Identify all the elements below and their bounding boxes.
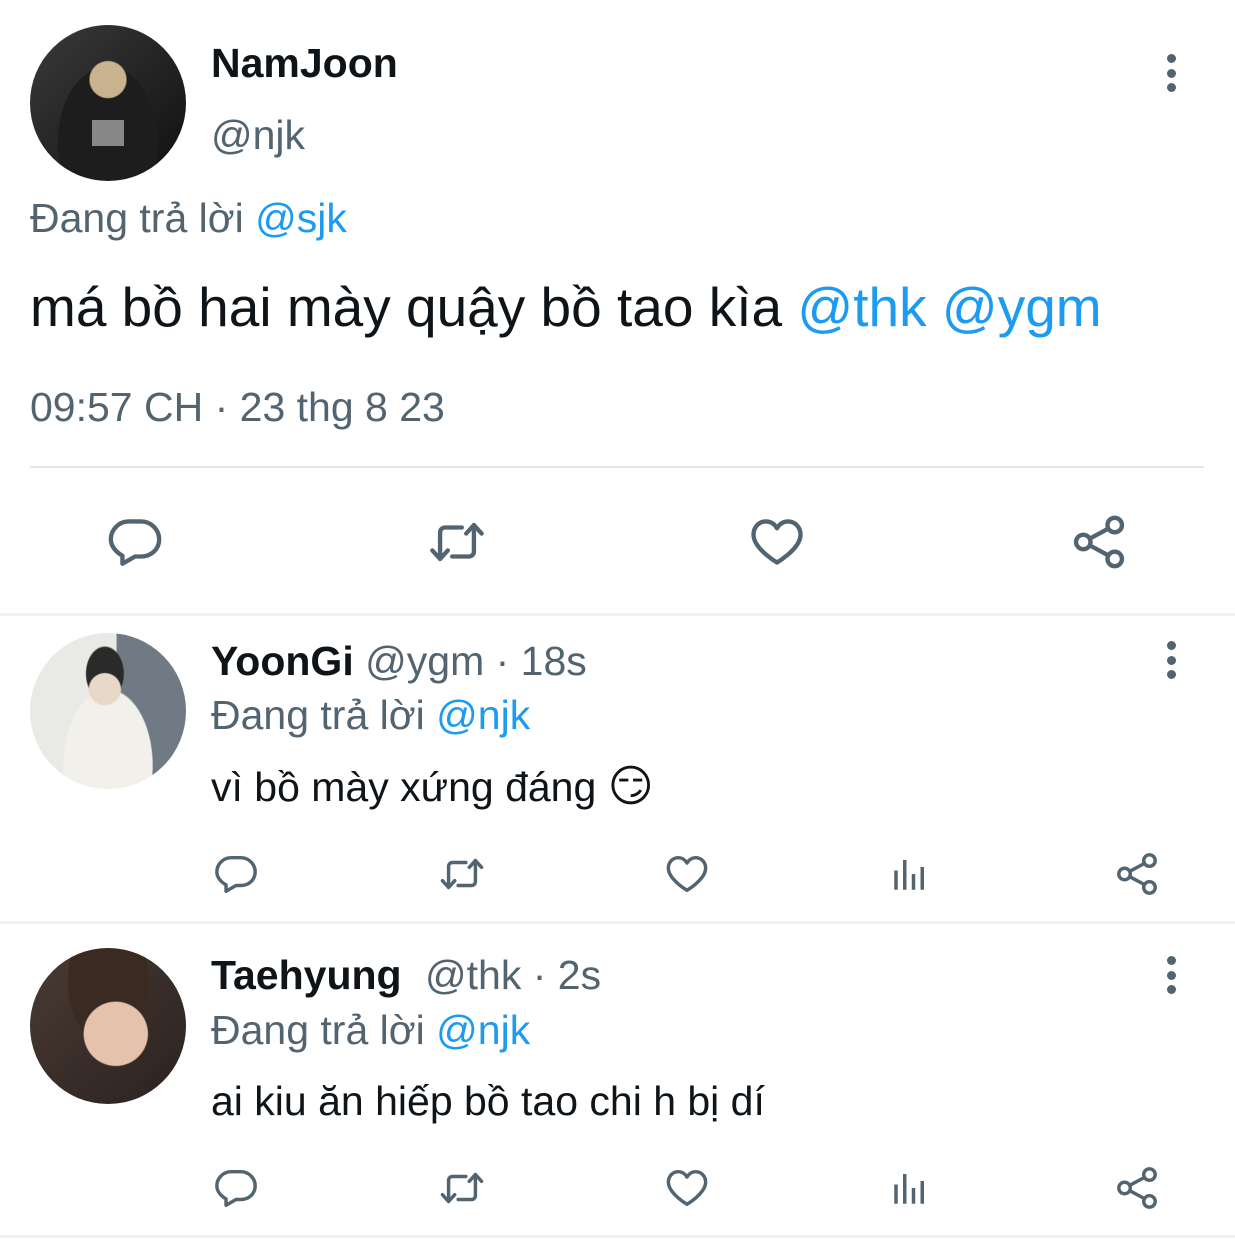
retweet-icon[interactable]: [426, 513, 488, 571]
divider: [0, 613, 1235, 616]
yoongi-avatar[interactable]: [30, 633, 186, 789]
reply-icon[interactable]: [106, 513, 164, 571]
mention-link[interactable]: @thk: [797, 276, 926, 338]
reply-icon[interactable]: [213, 1165, 259, 1211]
smirk-emoji: 😏: [607, 762, 654, 811]
share-icon[interactable]: [1114, 851, 1160, 897]
separator: [30, 466, 1204, 468]
more-icon[interactable]: [1165, 641, 1177, 679]
namjoon-avatar[interactable]: [30, 25, 186, 181]
views-icon[interactable]: [889, 853, 931, 895]
replying-to-line: Đang trả lời @njk: [211, 1005, 530, 1055]
tweet-timestamp[interactable]: 09:57 CH · 23 thg 8 23: [30, 382, 445, 432]
mention-link[interactable]: @njk: [436, 692, 530, 738]
retweet-icon[interactable]: [437, 851, 487, 897]
reply-text: ai kiu ăn hiếp bồ tao chi h bị dí: [211, 1078, 765, 1124]
replying-prefix: Đang trả lời: [211, 692, 425, 738]
tweet-body: má bồ hai mày quậy bồ tao kìa: [30, 276, 783, 338]
mention-link[interactable]: @ygm: [942, 276, 1102, 338]
retweet-icon[interactable]: [437, 1165, 487, 1211]
reply-header: Taehyung @thk · 2s: [211, 950, 601, 1000]
avatar-shirt-print: [92, 120, 124, 146]
share-icon[interactable]: [1114, 1165, 1160, 1211]
author-handle[interactable]: @njk: [211, 110, 305, 160]
replying-prefix: Đang trả lời: [211, 1007, 425, 1053]
author-name[interactable]: YoonGi: [211, 638, 354, 684]
author-name[interactable]: Taehyung: [211, 952, 402, 998]
author-handle[interactable]: @thk: [425, 952, 521, 998]
like-icon[interactable]: [664, 851, 710, 897]
mention-link[interactable]: @njk: [436, 1007, 530, 1053]
like-icon[interactable]: [664, 1165, 710, 1211]
views-icon[interactable]: [889, 1167, 931, 1209]
author-name[interactable]: NamJoon: [211, 38, 398, 88]
like-icon[interactable]: [748, 513, 806, 571]
reply-body: vì bồ mày xứng đáng: [211, 764, 597, 810]
replying-to-line: Đang trả lời @njk: [211, 690, 530, 740]
reply-time[interactable]: · 18s: [496, 638, 587, 684]
replying-to-line: Đang trả lời @sjk: [30, 193, 347, 243]
reply-text: vì bồ mày xứng đáng 😏: [211, 762, 654, 812]
divider: [0, 921, 1235, 924]
author-handle[interactable]: @ygm: [365, 638, 484, 684]
reply-time[interactable]: · 2s: [533, 952, 601, 998]
mention-link[interactable]: @sjk: [255, 195, 347, 241]
share-icon[interactable]: [1070, 513, 1128, 571]
more-icon[interactable]: [1165, 54, 1177, 92]
divider: [0, 1235, 1235, 1238]
replying-prefix: Đang trả lời: [30, 195, 244, 241]
more-icon[interactable]: [1165, 956, 1177, 994]
reply-icon[interactable]: [213, 851, 259, 897]
taehyung-avatar[interactable]: [30, 948, 186, 1104]
reply-header: YoonGi @ygm · 18s: [211, 636, 587, 686]
tweet-text: má bồ hai mày quậy bồ tao kìa @thk @ygm: [30, 275, 1102, 339]
